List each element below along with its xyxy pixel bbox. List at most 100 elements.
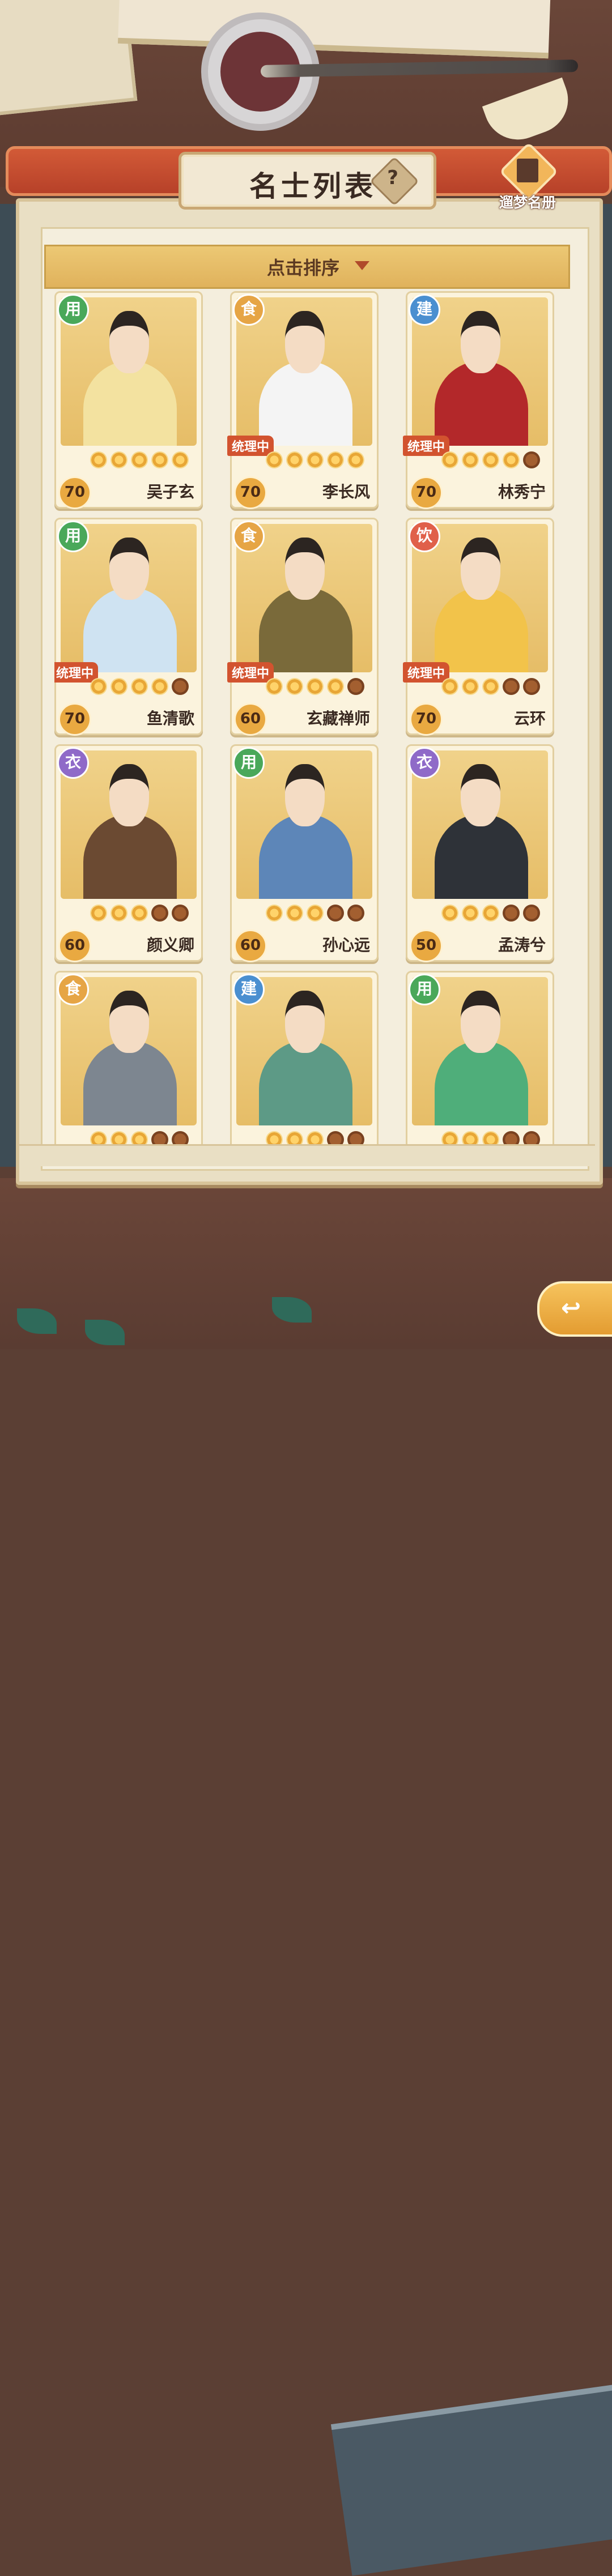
paper-stack-decoration	[0, 0, 138, 117]
scholar-grid[interactable]: 用 70 吴子玄食统理中 70 李长风建统理中 70 林秀宁用统理中 70 鱼清歌食统理中 60 玄…	[54, 291, 559, 1145]
star-filled-icon	[172, 451, 189, 468]
scholar-card[interactable]: 衣 50 孟涛兮	[406, 744, 554, 962]
leaf-decoration	[272, 1297, 312, 1323]
leaf-decoration	[85, 1320, 125, 1345]
star-filled-icon	[441, 905, 458, 922]
star-rating	[266, 678, 373, 697]
star-empty-icon	[523, 678, 540, 695]
star-filled-icon	[90, 1131, 107, 1145]
panel-bottom-edge	[19, 1144, 595, 1166]
star-rating	[441, 678, 549, 697]
star-filled-icon	[266, 1131, 283, 1145]
scholar-card[interactable]: 食统理中 60 玄藏禅师	[227, 518, 379, 736]
figure-head	[109, 538, 149, 600]
star-rating	[90, 1131, 198, 1145]
back-button[interactable]: ↩	[537, 1281, 612, 1337]
star-empty-icon	[503, 678, 520, 695]
level-badge: 70	[410, 703, 443, 736]
figure-body	[435, 587, 528, 672]
star-filled-icon	[347, 451, 364, 468]
star-empty-icon	[327, 905, 344, 922]
scholar-card[interactable]: 食	[54, 971, 203, 1145]
figure-body	[259, 814, 352, 899]
star-filled-icon	[131, 905, 148, 922]
codex-button[interactable]: 遛梦名册	[494, 142, 561, 215]
star-empty-icon	[503, 905, 520, 922]
star-filled-icon	[286, 905, 303, 922]
scholar-card[interactable]: 用 60 孙心远	[230, 744, 379, 962]
category-badge: 建	[233, 974, 265, 1005]
level-badge: 70	[410, 476, 443, 509]
star-filled-icon	[441, 678, 458, 695]
figure-head	[461, 991, 500, 1053]
scholar-name: 李长风	[322, 483, 370, 501]
star-filled-icon	[90, 451, 107, 468]
scholar-card[interactable]: 用 70 吴子玄	[54, 291, 203, 509]
book-decoration	[117, 0, 551, 59]
star-filled-icon	[151, 678, 168, 695]
star-empty-icon	[151, 1131, 168, 1145]
star-empty-icon	[172, 905, 189, 922]
star-empty-icon	[523, 451, 540, 468]
star-filled-icon	[482, 905, 499, 922]
star-filled-icon	[307, 451, 324, 468]
star-empty-icon	[503, 1131, 520, 1145]
star-empty-icon	[172, 1131, 189, 1145]
star-rating	[90, 678, 198, 697]
sort-button[interactable]: 点击排序	[44, 245, 570, 289]
figure-body	[435, 1040, 528, 1125]
scholar-card[interactable]: 食统理中 70 李长风	[227, 291, 379, 509]
figure-head	[461, 538, 500, 600]
category-badge: 用	[57, 294, 89, 326]
category-badge: 用	[57, 521, 89, 552]
category-badge: 食	[233, 294, 265, 326]
scholar-name: 孙心远	[322, 936, 370, 954]
scholar-card[interactable]: 饮统理中 70 云环	[403, 518, 554, 736]
tassel-decoration	[482, 77, 578, 150]
scholar-card[interactable]: 衣 60 颜义卿	[54, 744, 203, 962]
star-filled-icon	[462, 678, 479, 695]
scholar-card[interactable]: 用统理中 70 鱼清歌	[54, 518, 203, 736]
figure-body	[259, 1040, 352, 1125]
scholar-card[interactable]: 建	[230, 971, 379, 1145]
star-filled-icon	[266, 451, 283, 468]
codex-label: 遛梦名册	[499, 194, 556, 211]
star-rating	[441, 451, 549, 471]
figure-body	[259, 587, 352, 672]
scholar-name: 云环	[513, 709, 546, 728]
figure-body	[259, 361, 352, 446]
book-icon	[517, 159, 538, 182]
level-badge: 60	[234, 929, 267, 962]
figure-body	[435, 814, 528, 899]
category-badge: 饮	[409, 521, 440, 552]
help-button[interactable]: ?	[369, 156, 419, 206]
star-filled-icon	[327, 451, 344, 468]
category-badge: 食	[233, 521, 265, 552]
star-empty-icon	[327, 1131, 344, 1145]
scholar-name: 鱼清歌	[146, 709, 194, 728]
star-filled-icon	[503, 451, 520, 468]
star-filled-icon	[131, 1131, 148, 1145]
category-badge: 用	[233, 747, 265, 779]
star-filled-icon	[462, 451, 479, 468]
level-badge: 60	[234, 703, 267, 736]
scholar-card[interactable]: 用	[406, 971, 554, 1145]
title-plate: 名士列表 ?	[178, 152, 436, 210]
star-rating	[90, 451, 198, 471]
star-empty-icon	[523, 905, 540, 922]
category-badge: 用	[409, 974, 440, 1005]
figure-head	[285, 538, 325, 600]
star-filled-icon	[307, 678, 324, 695]
star-empty-icon	[347, 678, 364, 695]
scholar-name: 颜义卿	[146, 936, 194, 954]
star-empty-icon	[523, 1131, 540, 1145]
figure-body	[83, 814, 177, 899]
desk-background-bottom	[0, 1178, 612, 2576]
star-filled-icon	[286, 451, 303, 468]
level-badge: 70	[234, 476, 267, 509]
scholar-name: 孟涛兮	[498, 936, 546, 954]
figure-body	[83, 587, 177, 672]
scholar-card[interactable]: 建统理中 70 林秀宁	[403, 291, 554, 509]
star-filled-icon	[327, 678, 344, 695]
figure-head	[461, 311, 500, 373]
